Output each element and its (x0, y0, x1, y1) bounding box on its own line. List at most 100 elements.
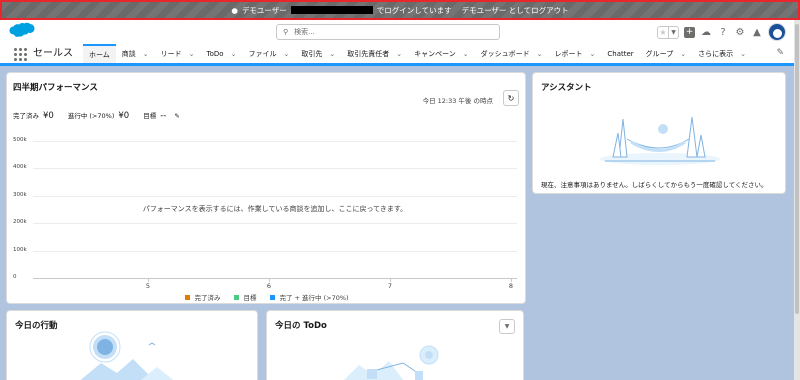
nav-tab[interactable]: ホーム (83, 44, 116, 63)
x-tick-label: 5 (145, 282, 151, 290)
refresh-button[interactable]: ↻ (503, 90, 519, 106)
app-launcher-icon[interactable] (14, 48, 27, 61)
user-avatar[interactable] (768, 23, 786, 41)
chevron-down-icon[interactable]: ⌄ (143, 50, 149, 58)
refresh-icon: ↻ (507, 93, 515, 103)
assistant-message: 現在、注意事項はありません。しばらくしてからもう一度確認してください。 (541, 181, 768, 189)
nav-tab-label: ホーム (89, 50, 110, 59)
star-icon[interactable]: ★ (658, 27, 668, 38)
nav-tab[interactable]: レポート ⌄ (549, 44, 602, 63)
chart-gridline (33, 168, 517, 170)
legend-swatch (185, 294, 191, 300)
chevron-down-icon[interactable]: ⌄ (396, 50, 402, 58)
chevron-down-icon[interactable]: ⌄ (590, 50, 596, 58)
nav-tab[interactable]: キャンペーン ⌄ (408, 44, 475, 63)
legend-item: 完了済み (185, 292, 220, 302)
todays-todo-card: 今日の ToDo ▼ (266, 310, 524, 380)
chart-gridline (33, 195, 517, 197)
nav-tab[interactable]: グループ ⌄ (640, 44, 692, 63)
nav-tab[interactable]: リード ⌄ (155, 44, 201, 63)
nav-tab[interactable]: ファイル ⌄ (242, 44, 295, 63)
page-scrollbar[interactable] (794, 20, 800, 380)
nav-tab[interactable]: 商談 ⌄ (116, 44, 155, 63)
nav-tab-label: リード (160, 49, 182, 58)
edit-goal-pencil-icon[interactable]: ✎ (174, 112, 179, 120)
closed-value: ¥0 (43, 111, 54, 121)
user-icon: ● (231, 5, 238, 15)
todo-illustration (344, 345, 439, 380)
nav-tab-label: レポート (554, 49, 583, 58)
chevron-down-icon[interactable]: ⌄ (537, 50, 543, 58)
nav-tab[interactable]: 取引先 ⌄ (295, 44, 341, 63)
scrollbar-thumb[interactable] (795, 24, 799, 314)
help-icon[interactable]: ? (717, 26, 729, 38)
setup-gear-icon[interactable]: ⚙ (734, 26, 746, 38)
performance-title: 四半期パフォーマンス (13, 83, 98, 93)
chart-baseline (33, 278, 517, 279)
nav-tabs: ホーム 商談 ⌄ リード ⌄ ToDo ⌄ ファイル ⌄ 取引先 ⌄ 取引先責任者 ⌄ キャンペーン ⌄ ダッ… (83, 44, 752, 63)
quarterly-performance-card: 四半期パフォーマンス 今日 12:33 午後 の時点 ↻ 完了済み ¥0 進行中… (6, 72, 526, 304)
chevron-down-icon[interactable]: ⌄ (680, 50, 686, 58)
header-utilities: ★ ▼ + ☁ ? ⚙ ▲ (657, 23, 786, 41)
nav-tab-label: Chatter (607, 49, 634, 58)
favorites-menu-icon[interactable]: ▼ (668, 26, 678, 38)
goal-value: -- (160, 111, 167, 121)
nav-tab[interactable]: ダッシュボード ⌄ (475, 44, 549, 63)
app-name: セールス (33, 48, 73, 59)
nav-tab-label: ToDo (206, 49, 224, 58)
notifications-bell-icon[interactable]: ▲ (751, 26, 763, 38)
nav-tab[interactable]: さらに表示 ⌄ (692, 44, 752, 63)
chevron-down-icon[interactable]: ⌄ (329, 50, 335, 58)
todo-filter-dropdown[interactable]: ▼ (499, 319, 515, 334)
y-tick-label: 100k (13, 246, 27, 253)
edit-nav-pencil-icon[interactable]: ✎ (776, 48, 784, 58)
global-actions-icon[interactable]: + (684, 26, 695, 38)
logout-link[interactable]: デモユーザー としてログアウト (462, 5, 569, 16)
nav-tab-label: キャンペーン (414, 49, 456, 58)
x-tick-label: 8 (508, 282, 514, 290)
y-tick-label: 300k (13, 191, 27, 198)
nav-tab[interactable]: 取引先責任者 ⌄ (341, 44, 408, 63)
chart-gridline (33, 223, 517, 225)
chevron-down-icon: ▼ (504, 323, 510, 330)
nav-tab-label: 取引先 (301, 49, 323, 58)
performance-summary: 完了済み ¥0 進行中 (>70%) ¥0 目標 -- ✎ (13, 110, 180, 121)
legend-label: 目標 (243, 294, 257, 302)
nav-tab[interactable]: Chatter (601, 44, 639, 63)
nav-tab-label: 取引先責任者 (347, 49, 390, 58)
legend-item: 目標 (234, 292, 256, 302)
x-tick-label: 7 (387, 282, 393, 290)
search-placeholder: 検索... (294, 28, 315, 36)
legend-label: 完了済み (194, 294, 221, 302)
impersonation-banner: ● デモユーザー でログインしています デモユーザー としてログアウト (0, 0, 800, 20)
legend-swatch (234, 294, 240, 300)
x-tick-label: 6 (266, 282, 272, 290)
trailhead-icon[interactable]: ☁ (700, 26, 712, 38)
chevron-down-icon[interactable]: ⌄ (740, 50, 746, 58)
legend-item: 完了 + 進行中 (>70%) (270, 292, 349, 302)
y-tick-label: 400k (13, 164, 27, 171)
chevron-down-icon[interactable]: ⌄ (463, 50, 469, 58)
goal-label: 目標 (143, 112, 157, 120)
as-of-timestamp: 今日 12:33 午後 の時点 (422, 97, 493, 105)
chevron-down-icon[interactable]: ⌄ (231, 50, 237, 58)
chart-gridline (33, 250, 517, 252)
chevron-down-icon[interactable]: ⌄ (189, 50, 195, 58)
banner-message: でログインしています (376, 5, 452, 15)
search-icon: ⚲ (283, 28, 289, 36)
nav-tab[interactable]: ToDo ⌄ (201, 44, 243, 63)
open-label: 進行中 (>70%) (67, 112, 115, 120)
todays-events-card: 今日の行動 (6, 310, 258, 380)
favorites-control[interactable]: ★ ▼ (657, 25, 679, 39)
nav-tab-label: 商談 (121, 49, 136, 58)
chevron-down-icon[interactable]: ⌄ (283, 50, 289, 58)
open-value: ¥0 (118, 111, 130, 121)
todo-title: 今日の ToDo (275, 321, 327, 331)
global-header: ⚲ 検索... ★ ▼ + ☁ ? ⚙ ▲ (0, 20, 800, 44)
salesforce-logo (9, 22, 35, 37)
closed-label: 完了済み (13, 112, 39, 120)
nav-tab-label: グループ (645, 49, 674, 58)
y-tick-label: 0 (13, 274, 17, 280)
chart-gridline (33, 141, 517, 142)
global-search-input[interactable]: ⚲ 検索... (276, 24, 500, 40)
